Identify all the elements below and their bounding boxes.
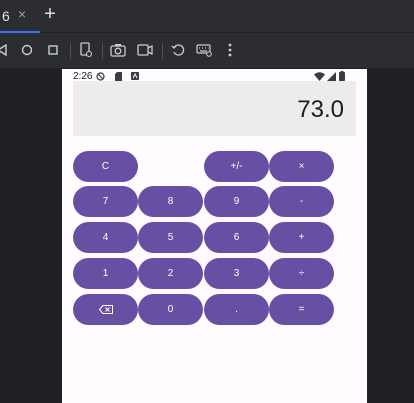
equals-button[interactable]: = (269, 294, 334, 325)
emulator-tab-bar: 6 × + (0, 0, 414, 33)
back-icon[interactable] (0, 42, 10, 58)
notification-icon (131, 71, 139, 81)
device-screen: 2:26 73.0 C +/- × 7 8 9 - 4 5 6 + 1 2 3 … (62, 69, 367, 403)
display-value: 73.0 (297, 96, 344, 123)
toolbar-separator (70, 43, 71, 59)
digit-0-button[interactable]: 0 (138, 294, 203, 325)
toolbar-separator (102, 43, 103, 59)
multiply-button[interactable]: × (269, 151, 334, 182)
device-tab[interactable]: 6 × (0, 0, 40, 33)
wifi-icon (314, 71, 325, 81)
overview-icon[interactable] (45, 42, 61, 58)
plus-minus-button[interactable]: +/- (204, 151, 269, 182)
sim-card-icon (115, 71, 122, 81)
decimal-point-button[interactable]: . (204, 294, 269, 325)
digit-6-button[interactable]: 6 (204, 222, 269, 253)
digit-5-button[interactable]: 5 (138, 222, 203, 253)
battery-icon (339, 71, 345, 81)
signal-icon (327, 71, 336, 81)
backspace-icon (98, 305, 113, 314)
device-tab-label: 6 (2, 8, 10, 24)
backspace-button[interactable] (73, 294, 138, 325)
digit-2-button[interactable]: 2 (138, 258, 203, 289)
emulator-toolbar (0, 33, 414, 69)
digit-3-button[interactable]: 3 (204, 258, 269, 289)
calculator-display: 73.0 (73, 81, 356, 136)
add-tab-icon[interactable]: + (40, 3, 60, 26)
do-not-disturb-icon (96, 71, 105, 81)
digit-1-button[interactable]: 1 (73, 258, 138, 289)
minus-button[interactable]: - (269, 186, 334, 217)
digit-7-button[interactable]: 7 (73, 186, 138, 217)
digit-8-button[interactable]: 8 (138, 186, 203, 217)
keyboard-icon[interactable] (196, 42, 212, 58)
home-icon[interactable] (19, 42, 35, 58)
clear-button[interactable]: C (73, 151, 138, 182)
plus-button[interactable]: + (269, 222, 334, 253)
close-tab-icon[interactable]: × (18, 6, 26, 22)
rotate-icon[interactable] (170, 42, 186, 58)
camera-icon[interactable] (110, 42, 126, 58)
digit-4-button[interactable]: 4 (73, 222, 138, 253)
digit-9-button[interactable]: 9 (204, 186, 269, 217)
device-frame-icon[interactable] (78, 42, 94, 58)
video-icon[interactable] (137, 42, 153, 58)
more-icon[interactable] (222, 42, 238, 58)
divide-button[interactable]: ÷ (269, 258, 334, 289)
toolbar-separator (162, 43, 163, 59)
